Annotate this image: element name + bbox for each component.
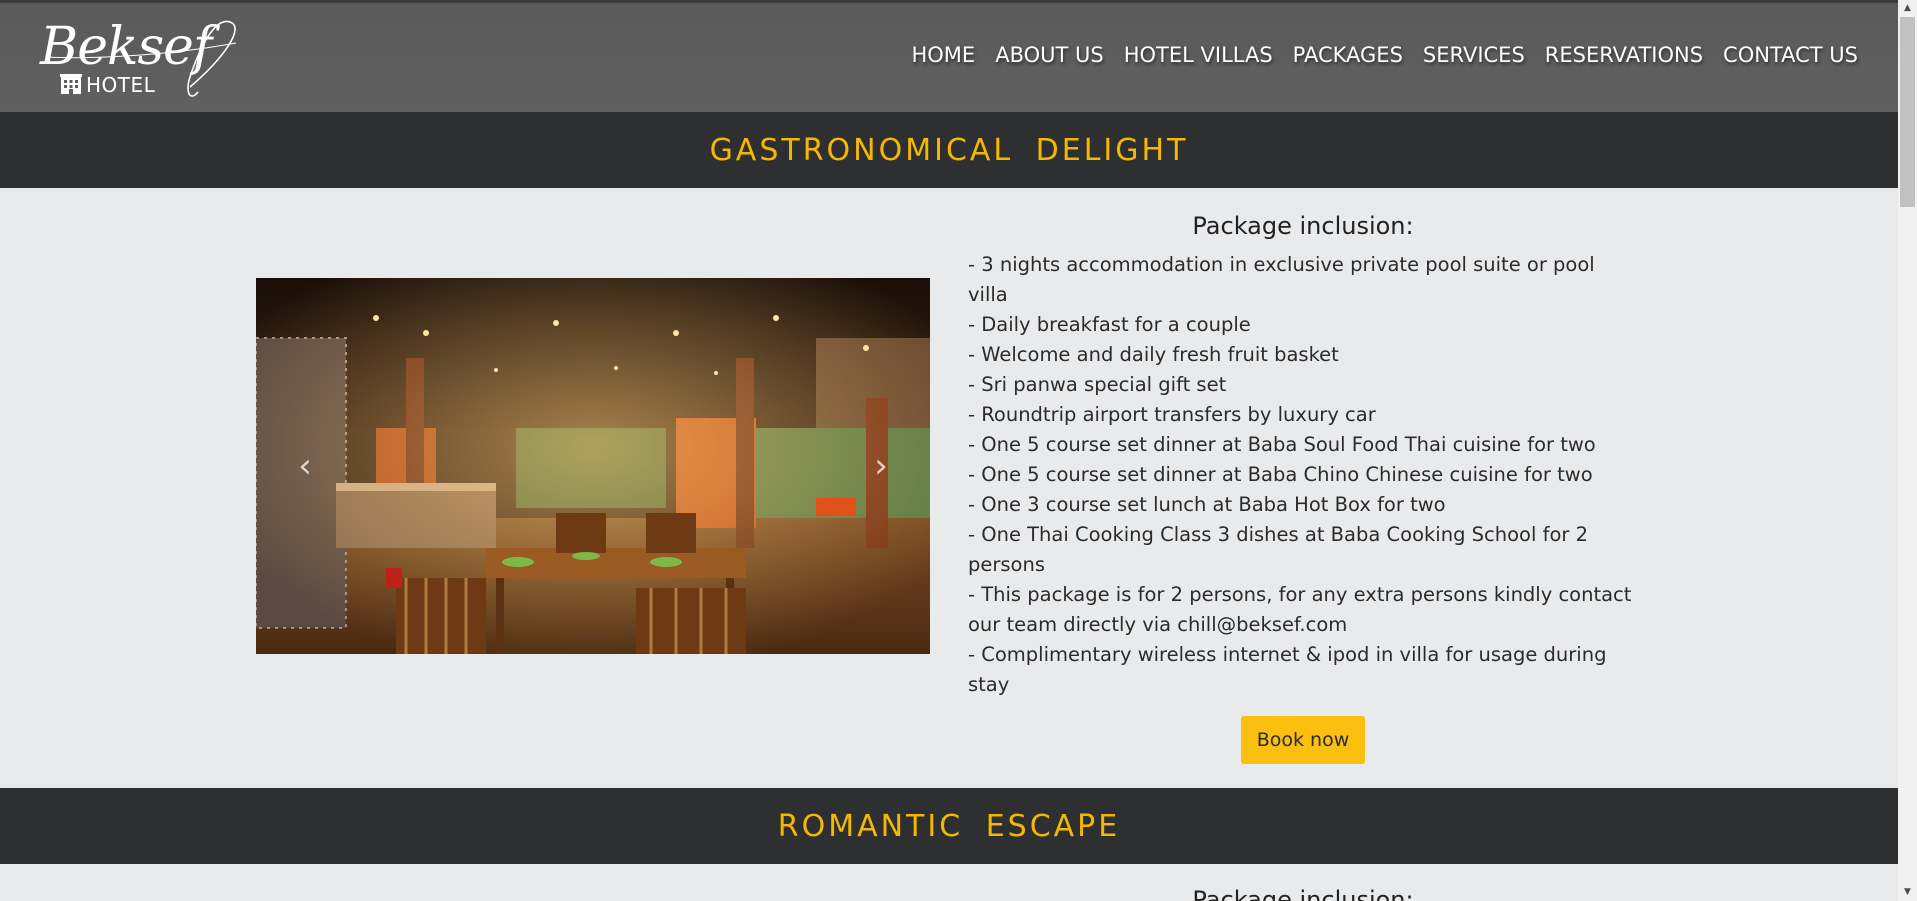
package-section: Package inclusion: bbox=[0, 864, 1898, 901]
logo-wordmark: Beksef bbox=[40, 17, 212, 77]
page-scrollbar[interactable]: ▲ ▼ bbox=[1898, 0, 1917, 901]
carousel-next-icon[interactable]: › bbox=[866, 446, 896, 486]
inclusion-list: - 3 nights accommodation in exclusive pr… bbox=[968, 250, 1638, 700]
nav-contact-us[interactable]: CONTACT US bbox=[1713, 43, 1868, 67]
page: Beksef HOTEL HOME ABOUT US HOTEL VILLAS … bbox=[0, 0, 1898, 901]
inclusion-heading: Package inclusion: bbox=[1192, 212, 1414, 240]
scroll-up-icon[interactable]: ▲ bbox=[1898, 0, 1917, 17]
site-header: Beksef HOTEL HOME ABOUT US HOTEL VILLAS … bbox=[0, 3, 1898, 112]
list-item: - Sri panwa special gift set bbox=[968, 373, 1227, 396]
nav-hotel-villas[interactable]: HOTEL VILLAS bbox=[1114, 43, 1283, 67]
package-title: ROMANTIC ESCAPE bbox=[777, 808, 1121, 844]
nav-packages[interactable]: PACKAGES bbox=[1283, 43, 1413, 67]
image-carousel[interactable]: ‹ › bbox=[256, 278, 930, 654]
building-icon bbox=[60, 74, 82, 94]
list-item: - One 5 course set dinner at Baba Chino … bbox=[968, 463, 1593, 486]
restaurant-photo bbox=[256, 278, 930, 654]
list-item: - One 5 course set dinner at Baba Soul F… bbox=[968, 433, 1596, 456]
list-item: - Complimentary wireless internet & ipod… bbox=[968, 643, 1607, 696]
list-item: - 3 nights accommodation in exclusive pr… bbox=[968, 253, 1595, 306]
list-item: - This package is for 2 persons, for any… bbox=[968, 583, 1632, 636]
list-item: - One 3 course set lunch at Baba Hot Box… bbox=[968, 493, 1446, 516]
list-item: - Welcome and daily fresh fruit basket bbox=[968, 343, 1339, 366]
nav-reservations[interactable]: RESERVATIONS bbox=[1535, 43, 1713, 67]
list-item: - Daily breakfast for a couple bbox=[968, 313, 1251, 336]
nav-home[interactable]: HOME bbox=[901, 43, 985, 67]
package-title: GASTRONOMICAL DELIGHT bbox=[709, 132, 1189, 168]
package-details: Package inclusion: - 3 nights accommodat… bbox=[968, 212, 1638, 764]
nav-about-us[interactable]: ABOUT US bbox=[985, 43, 1114, 67]
package-details: Package inclusion: bbox=[968, 886, 1638, 901]
book-button-wrap: Book now bbox=[968, 716, 1638, 764]
scroll-down-icon[interactable]: ▼ bbox=[1898, 884, 1917, 901]
inclusion-heading: Package inclusion: bbox=[1192, 886, 1414, 901]
package-section: ‹ › Package inclusion: - 3 nights accomm… bbox=[0, 188, 1898, 788]
package-title-bar: ROMANTIC ESCAPE bbox=[0, 788, 1898, 864]
book-now-button[interactable]: Book now bbox=[1240, 716, 1366, 764]
hotel-logo[interactable]: Beksef HOTEL bbox=[40, 17, 240, 107]
carousel-prev-icon[interactable]: ‹ bbox=[290, 446, 320, 486]
main-nav: HOME ABOUT US HOTEL VILLAS PACKAGES SERV… bbox=[901, 43, 1868, 67]
list-item: - One Thai Cooking Class 3 dishes at Bab… bbox=[968, 523, 1588, 576]
scrollbar-thumb[interactable] bbox=[1900, 17, 1915, 207]
list-item: - Roundtrip airport transfers by luxury … bbox=[968, 403, 1376, 426]
logo-subtitle: HOTEL bbox=[86, 73, 156, 97]
nav-services[interactable]: SERVICES bbox=[1413, 43, 1535, 67]
package-title-bar: GASTRONOMICAL DELIGHT bbox=[0, 112, 1898, 188]
